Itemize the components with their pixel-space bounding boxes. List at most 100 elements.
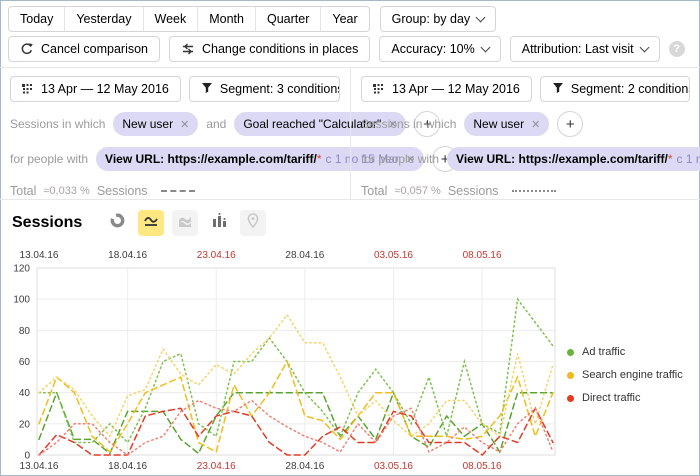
chip-url-star: *: [317, 152, 322, 166]
group-by-dropdown[interactable]: Group: by day: [380, 6, 497, 32]
cancel-comparison-label: Cancel comparison: [41, 42, 148, 56]
area-chart-icon: [177, 214, 193, 233]
condition-chip-new-user-a[interactable]: New user ✕: [113, 112, 198, 136]
x-axis-top-label: 08.05.16: [463, 250, 502, 261]
segment-panel-b: 13 Apr — 12 May 2016 Segment: 2 conditio…: [350, 68, 700, 199]
period-month[interactable]: Month: [197, 7, 255, 31]
chart-title: Sessions: [12, 214, 82, 232]
chart-type-columns-button[interactable]: [206, 210, 232, 236]
pie-chart-icon: [110, 213, 125, 233]
y-axis-tick-label: 80: [19, 326, 31, 337]
group-by-label: Group: by day: [392, 12, 471, 26]
chart-legend: Ad traffic Search engine traffic Direct …: [567, 346, 697, 415]
attribution-label: Attribution: Last visit: [522, 42, 634, 56]
total-metric-b: Sessions: [448, 184, 499, 198]
date-range-label-a: 13 Apr — 12 May 2016: [41, 82, 169, 96]
chart-type-pie-button[interactable]: [104, 210, 130, 236]
legend-dot-red: [567, 395, 574, 402]
legend-item-search-engine-traffic[interactable]: Search engine traffic: [567, 369, 697, 381]
legend-item-ad-traffic[interactable]: Ad traffic: [567, 346, 697, 358]
period-yesterday[interactable]: Yesterday: [64, 7, 142, 31]
and-label: and: [206, 117, 226, 131]
total-row-b: Total ≈0,057 % Sessions: [361, 184, 690, 198]
x-axis-bottom-label: 08.05.16: [463, 461, 502, 472]
y-axis-tick-label: 120: [13, 264, 30, 275]
sessions-in-which-label-a: Sessions in which: [10, 117, 105, 131]
dotted-line-sample: [512, 190, 556, 192]
add-condition-button-b[interactable]: +: [557, 111, 583, 137]
period-quarter[interactable]: Quarter: [255, 7, 320, 31]
segment-dropdown-a[interactable]: Segment: 3 conditions: [190, 77, 340, 101]
chart-header: Sessions: [12, 210, 266, 236]
chip-url-text: View URL: https://example.com/tariff/: [105, 152, 317, 166]
calendar-grid-icon: [373, 83, 385, 95]
close-icon[interactable]: ✕: [531, 118, 540, 131]
chip-url-extra: c 1 no 15 Mar: [677, 152, 700, 166]
segment-control-b: Segment: 2 conditions ✕: [540, 76, 690, 102]
x-axis-top-label: 03.05.16: [374, 250, 413, 261]
segment-dropdown-b[interactable]: Segment: 2 conditions: [541, 77, 690, 101]
legend-item-direct-traffic[interactable]: Direct traffic: [567, 392, 697, 404]
x-axis-top-label: 18.04.16: [108, 250, 147, 261]
period-today[interactable]: Today: [9, 7, 64, 31]
for-people-with-label-a: for people with: [10, 152, 88, 166]
chart-type-area-button[interactable]: [172, 210, 198, 236]
chip-label: New user: [473, 117, 524, 131]
legend-label: Ad traffic: [582, 346, 625, 358]
chip-url-text: View URL: https://example.com/tariff/: [456, 152, 668, 166]
chevron-down-icon: [480, 43, 490, 53]
period-year[interactable]: Year: [320, 7, 368, 31]
accuracy-label: Accuracy: 10%: [391, 42, 474, 56]
refresh-circular-arrow-icon: [20, 42, 34, 56]
condition-chip-view-url-b[interactable]: View URL: https://example.com/tariff/* c…: [447, 147, 700, 171]
total-metric-a: Sessions: [97, 184, 148, 198]
chip-url-star: *: [668, 152, 673, 166]
legend-label: Direct traffic: [582, 392, 640, 404]
total-label-a: Total: [10, 184, 36, 198]
attribution-dropdown[interactable]: Attribution: Last visit: [510, 36, 660, 62]
y-axis-tick-label: 20: [19, 419, 31, 430]
x-axis-bottom-label: 18.04.16: [108, 461, 147, 472]
help-icon[interactable]: ?: [669, 41, 685, 57]
segment-control-a: Segment: 3 conditions ✕: [189, 76, 340, 102]
period-week[interactable]: Week: [143, 7, 198, 31]
segment-comparison-panels: 13 Apr — 12 May 2016 Segment: 3 conditio…: [0, 67, 700, 200]
total-row-a: Total ≈0,033 % Sessions: [10, 184, 340, 198]
x-axis-bottom-label: 28.04.16: [285, 461, 324, 472]
close-icon[interactable]: ✕: [180, 118, 189, 131]
x-axis-bottom-label: 23.04.16: [197, 461, 236, 472]
chip-label: New user: [122, 117, 173, 131]
filter-funnel-icon: [552, 82, 564, 97]
change-conditions-button[interactable]: Change conditions in places: [169, 36, 370, 62]
y-axis-tick-label: 40: [19, 388, 31, 399]
calendar-grid-icon: [22, 83, 34, 95]
chart-type-line-button[interactable]: [138, 210, 164, 236]
chevron-down-icon: [639, 43, 649, 53]
for-people-with-label-b: for people with: [361, 152, 439, 166]
comparison-toolbar: Cancel comparison Change conditions in p…: [8, 36, 692, 62]
period-button-group: Today Yesterday Week Month Quarter Year: [8, 6, 370, 32]
legend-label: Search engine traffic: [582, 369, 683, 381]
condition-chip-new-user-b[interactable]: New user ✕: [464, 112, 549, 136]
filter-funnel-icon: [201, 82, 213, 97]
period-toolbar: Today Yesterday Week Month Quarter Year …: [8, 6, 692, 32]
legend-dot-green: [567, 349, 574, 356]
total-value-a: ≈0,033 %: [43, 185, 89, 197]
date-range-label-b: 13 Apr — 12 May 2016: [392, 82, 520, 96]
swap-arrows-icon: [181, 43, 195, 55]
x-axis-top-label: 28.04.16: [285, 250, 324, 261]
x-axis-top-label: 13.04.16: [20, 250, 59, 261]
date-range-button-a[interactable]: 13 Apr — 12 May 2016: [10, 76, 181, 102]
accuracy-dropdown[interactable]: Accuracy: 10%: [379, 36, 500, 62]
dashed-line-sample: [161, 190, 195, 192]
segment-label-b: Segment: 2 conditions: [571, 82, 690, 96]
date-range-button-b[interactable]: 13 Apr — 12 May 2016: [361, 76, 532, 102]
chart-type-map-button[interactable]: [240, 210, 266, 236]
cancel-comparison-button[interactable]: Cancel comparison: [8, 36, 160, 62]
column-chart-icon: [212, 213, 227, 233]
change-conditions-label: Change conditions in places: [202, 42, 358, 56]
chevron-down-icon: [476, 13, 486, 23]
x-axis-top-label: 23.04.16: [197, 250, 236, 261]
segment-panel-a: 13 Apr — 12 May 2016 Segment: 3 conditio…: [0, 68, 350, 199]
total-label-b: Total: [361, 184, 387, 198]
